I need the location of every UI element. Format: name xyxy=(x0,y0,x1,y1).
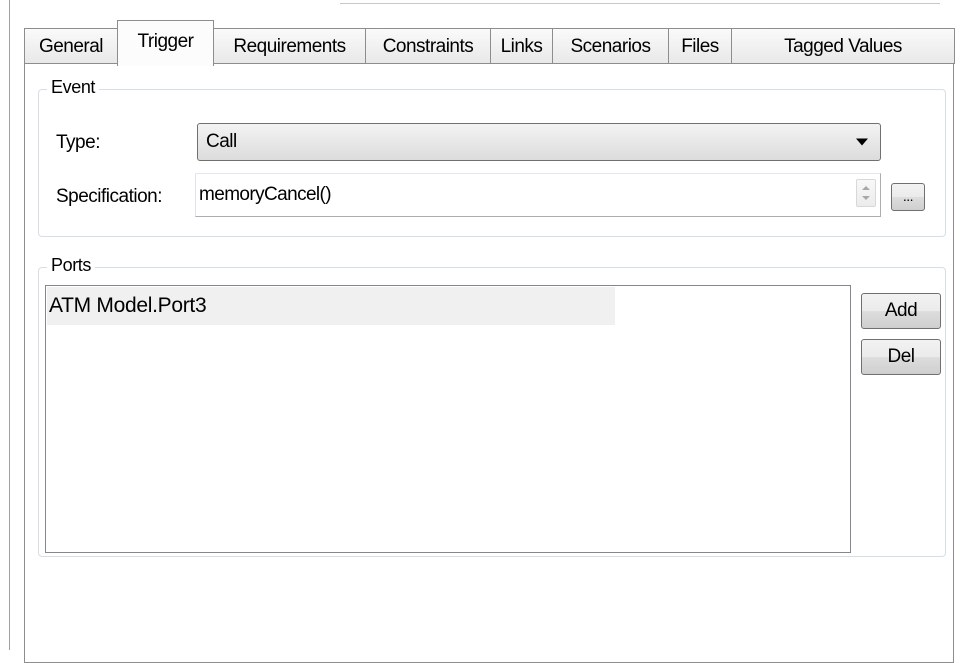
specification-field[interactable]: memoryCancel() xyxy=(195,173,881,217)
chevron-down-icon xyxy=(856,138,868,146)
tab-panel-trigger: Event Type: Call Specification: memoryCa… xyxy=(24,63,954,663)
specification-label: Specification: xyxy=(56,186,163,207)
event-group: Event Type: Call Specification: memoryCa… xyxy=(38,77,946,237)
type-dropdown-value: Call xyxy=(206,131,237,152)
specification-value: memoryCancel() xyxy=(199,184,332,205)
tab-constraints[interactable]: Constraints xyxy=(365,28,491,64)
spin-down-icon[interactable] xyxy=(862,196,870,200)
type-label: Type: xyxy=(56,132,100,153)
tab-strip: General Trigger Requirements Constraints… xyxy=(24,20,955,66)
tab-requirements[interactable]: Requirements xyxy=(213,28,366,64)
tab-trigger[interactable]: Trigger xyxy=(117,20,214,66)
tab-general[interactable]: General xyxy=(24,28,118,64)
delete-port-button[interactable]: Del xyxy=(861,339,941,375)
type-dropdown[interactable]: Call xyxy=(197,123,881,161)
ports-group: Ports ATM Model.Port3 Add Del xyxy=(38,255,946,557)
list-item[interactable]: ATM Model.Port3 xyxy=(47,287,615,325)
tab-tagged-values[interactable]: Tagged Values xyxy=(731,28,955,64)
tab-links[interactable]: Links xyxy=(490,28,553,64)
browse-button[interactable]: ... xyxy=(891,183,925,211)
ports-list[interactable]: ATM Model.Port3 xyxy=(45,285,851,553)
tab-files[interactable]: Files xyxy=(668,28,732,64)
trigger-properties-dialog: General Trigger Requirements Constraints… xyxy=(0,0,961,663)
ports-group-title: Ports xyxy=(47,255,96,276)
add-port-button[interactable]: Add xyxy=(861,293,941,329)
tab-scenarios[interactable]: Scenarios xyxy=(552,28,669,64)
window-border xyxy=(9,0,10,650)
specification-spin-control[interactable] xyxy=(856,179,876,207)
spin-up-icon[interactable] xyxy=(862,186,870,190)
event-group-title: Event xyxy=(47,77,100,98)
window-border-top xyxy=(340,3,940,4)
